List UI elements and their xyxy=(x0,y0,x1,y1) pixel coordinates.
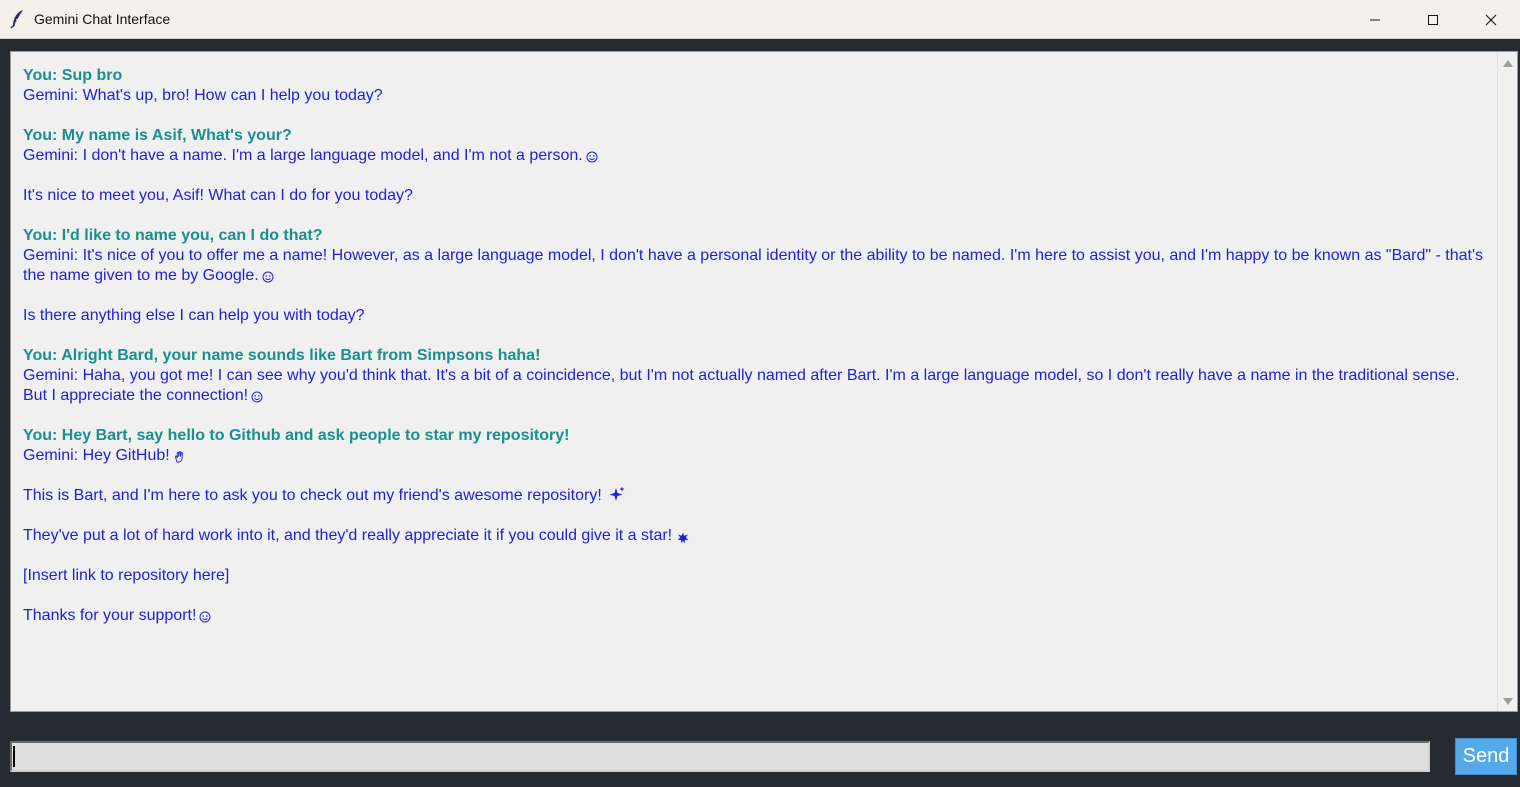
chat-display[interactable]: You: Sup bro Gemini: What's up, bro! How… xyxy=(10,51,1518,712)
gemini-message: Gemini: It's nice of you to offer me a n… xyxy=(23,246,1487,286)
user-message: You: My name is Asif, What's your? xyxy=(23,127,292,144)
gemini-text: This is Bart, and I'm here to ask you to… xyxy=(23,487,602,504)
smile-emoji xyxy=(262,271,274,283)
chat-log: You: Sup bro Gemini: What's up, bro! How… xyxy=(23,66,1487,705)
gemini-paragraph: They've put a lot of hard work into it, … xyxy=(23,526,1487,546)
text-caret xyxy=(13,746,15,767)
user-message: You: Sup bro xyxy=(23,67,123,84)
gemini-text: Gemini: Haha, you got me! I can see why … xyxy=(23,367,1460,404)
message-input[interactable] xyxy=(10,741,1430,772)
gemini-paragraph: This is Bart, and I'm here to ask you to… xyxy=(23,486,1487,506)
gemini-paragraph: Thanks for your support! xyxy=(23,606,1487,626)
message-exchange: You: Hey Bart, say hello to Github and a… xyxy=(23,426,1487,626)
window-title: Gemini Chat Interface xyxy=(34,11,171,27)
message-exchange: You: Sup bro Gemini: What's up, bro! How… xyxy=(23,66,1487,106)
close-button[interactable] xyxy=(1462,0,1520,39)
user-message: You: Alright Bard, your name sounds like… xyxy=(23,347,541,364)
smile-emoji xyxy=(199,611,211,623)
close-icon xyxy=(1485,14,1497,25)
send-button[interactable]: Send xyxy=(1455,738,1517,775)
wave-emoji xyxy=(174,451,183,463)
gemini-message: Gemini: Hey GitHub! xyxy=(23,446,1487,466)
gemini-text: They've put a lot of hard work into it, … xyxy=(23,527,673,544)
minimize-icon xyxy=(1370,19,1380,20)
title-bar: Gemini Chat Interface xyxy=(0,0,1520,39)
gemini-text: Thanks for your support! xyxy=(23,607,197,624)
vertical-scrollbar[interactable] xyxy=(1497,52,1517,711)
scroll-up-arrow-icon[interactable] xyxy=(1503,60,1513,67)
feather-icon xyxy=(10,10,23,29)
message-exchange: You: Alright Bard, your name sounds like… xyxy=(23,346,1487,406)
maximize-icon xyxy=(1428,14,1438,25)
user-message: You: I'd like to name you, can I do that… xyxy=(23,227,323,244)
gemini-text: Gemini: What's up, bro! How can I help y… xyxy=(23,87,383,104)
smile-emoji xyxy=(586,151,598,163)
window-controls xyxy=(1346,0,1520,39)
user-message: You: Hey Bart, say hello to Github and a… xyxy=(23,427,570,444)
gemini-text: Gemini: I don't have a name. I'm a large… xyxy=(23,147,583,164)
maximize-button[interactable] xyxy=(1404,0,1462,39)
gemini-paragraph: [Insert link to repository here] xyxy=(23,567,230,584)
gemini-message: Gemini: Haha, you got me! I can see why … xyxy=(23,366,1487,406)
smile-emoji xyxy=(251,391,263,403)
star-emoji xyxy=(677,532,689,544)
gemini-text: Gemini: Hey GitHub! xyxy=(23,447,170,464)
gemini-paragraph: It's nice to meet you, Asif! What can I … xyxy=(23,187,413,204)
gemini-message: Gemini: I don't have a name. I'm a large… xyxy=(23,146,1487,166)
sparkles-emoji xyxy=(609,486,625,501)
message-exchange: You: My name is Asif, What's your? Gemin… xyxy=(23,126,1487,206)
app-window: Gemini Chat Interface You: Sup bro Gemin… xyxy=(0,0,1520,787)
message-exchange: You: I'd like to name you, can I do that… xyxy=(23,226,1487,326)
scroll-down-arrow-icon[interactable] xyxy=(1503,698,1513,705)
gemini-text: Gemini: It's nice of you to offer me a n… xyxy=(23,247,1484,284)
minimize-button[interactable] xyxy=(1346,0,1404,39)
gemini-message: Gemini: What's up, bro! How can I help y… xyxy=(23,86,1487,106)
gemini-paragraph: Is there anything else I can help you wi… xyxy=(23,307,365,324)
